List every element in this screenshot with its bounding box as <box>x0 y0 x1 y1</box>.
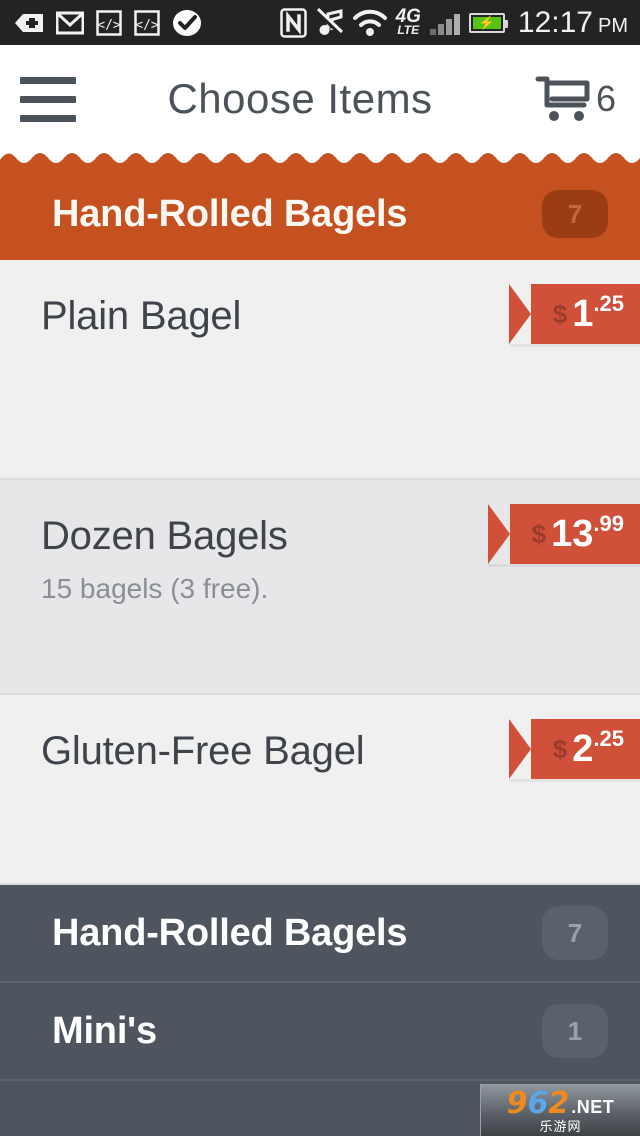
price-cents: .25 <box>593 291 624 316</box>
svg-text:</>: </> <box>135 18 159 33</box>
price-cents: .25 <box>593 726 624 751</box>
site-watermark: 9 6 2 .NET 乐游网 <box>480 1084 640 1136</box>
price-ribbon: $1.25 <box>508 284 640 344</box>
signal-bars-icon <box>429 11 460 35</box>
item-list: Plain Bagel $1.25 Dozen Bagels 15 bagels… <box>0 260 640 1136</box>
skype-check-icon <box>173 9 201 36</box>
price-ribbon: $13.99 <box>487 504 640 564</box>
category-header-expanded[interactable]: Hand-Rolled Bagels 7 <box>0 168 640 260</box>
price-whole: 1 <box>572 293 594 335</box>
watermark-stack: 9 6 2 .NET 乐游网 <box>506 1085 615 1134</box>
category-name: Hand-Rolled Bagels <box>52 911 408 954</box>
clock-time: 12:17 <box>517 5 593 39</box>
watermark-domain: 9 6 2 .NET <box>506 1085 615 1121</box>
cart-item-count: 6 <box>595 78 617 119</box>
watermark-chinese-label: 乐游网 <box>539 1118 582 1134</box>
watermark-tld: .NET <box>571 1096 615 1117</box>
category-header-collapsed[interactable]: Hand-Rolled Bagels 7 <box>0 885 640 983</box>
gmail-icon <box>56 11 84 34</box>
price-currency: $ <box>552 733 568 764</box>
category-count-badge: 1 <box>542 1004 608 1058</box>
status-bar-clock: 12:17 PM <box>514 5 628 39</box>
list-item[interactable]: Dozen Bagels 15 bagels (3 free). $13.99 <box>0 480 640 695</box>
shopping-cart-icon <box>535 76 590 121</box>
nfc-icon <box>279 7 307 38</box>
mute-music-icon <box>315 7 344 37</box>
watermark-digit-9: 9 <box>506 1085 528 1121</box>
price-cents: .99 <box>593 511 624 536</box>
scalloped-divider <box>0 146 640 170</box>
wifi-icon <box>352 9 387 36</box>
category-count-badge: 7 <box>542 190 608 238</box>
battery-charging-icon: ⚡ <box>468 12 508 33</box>
list-item[interactable]: Plain Bagel $1.25 <box>0 260 640 480</box>
price-whole: 13 <box>551 513 594 555</box>
battery-bolt-glyph: ⚡ <box>478 15 496 30</box>
plus-tag-icon <box>15 13 43 32</box>
watermark-digit-6: 6 <box>527 1085 549 1121</box>
code-brackets-icon-2: </> <box>134 9 160 36</box>
hamburger-menu-icon[interactable] <box>0 45 96 153</box>
list-item[interactable]: Gluten-Free Bagel $2.25 <box>0 695 640 885</box>
code-brackets-icon: </> <box>96 9 122 36</box>
price-ribbon: $2.25 <box>508 719 640 779</box>
price-whole: 2 <box>572 728 594 770</box>
item-description: 15 bagels (3 free). <box>41 572 269 604</box>
network-type-label: LTE <box>397 23 420 38</box>
category-name: Mini's <box>52 1009 157 1052</box>
cart-button[interactable]: 6 <box>510 45 640 153</box>
app-header: Choose Items 6 <box>0 45 640 153</box>
svg-text:</>: </> <box>97 18 121 33</box>
category-name: Hand-Rolled Bagels <box>52 192 408 235</box>
category-count-badge: 7 <box>542 906 608 960</box>
category-header-collapsed[interactable]: Mini's 1 <box>0 983 640 1081</box>
app-root: </> </> 4G LTE ⚡ 12:17 PM Choose Items 6… <box>0 0 640 1136</box>
status-bar: </> </> 4G LTE ⚡ 12:17 PM <box>0 0 640 45</box>
status-bar-system-icons: 4G LTE ⚡ 12:17 PM <box>279 5 632 39</box>
clock-ampm: PM <box>598 14 628 37</box>
price-currency: $ <box>531 518 547 549</box>
page-title: Choose Items <box>167 75 433 122</box>
watermark-digit-2: 2 <box>548 1085 570 1121</box>
4g-lte-icon: 4G LTE <box>396 8 421 38</box>
price-currency: $ <box>552 298 568 329</box>
status-bar-notification-icons: </> </> <box>14 9 202 37</box>
